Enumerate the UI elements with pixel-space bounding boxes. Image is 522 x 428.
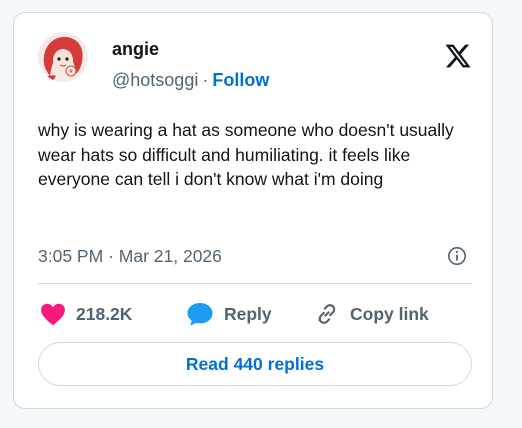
- x-logo-icon[interactable]: [444, 42, 472, 70]
- like-button[interactable]: 218.2K: [40, 299, 132, 329]
- read-replies-label: Read 440 replies: [185, 353, 325, 374]
- author-handle-row: @hotsoggi · Follow: [112, 69, 269, 91]
- copy-link-label: Copy link: [350, 303, 429, 324]
- heart-icon: [40, 302, 66, 326]
- reply-button[interactable]: Reply: [186, 299, 272, 329]
- info-icon[interactable]: [447, 246, 467, 266]
- avatar-illustration: [38, 32, 88, 82]
- tweet-date: Mar 21, 2026: [118, 246, 222, 266]
- tweet-embed-card: angie @hotsoggi · Follow why is wearing a …: [13, 12, 493, 409]
- handle-separator: ·: [202, 70, 209, 90]
- copy-link-button[interactable]: Copy link: [314, 299, 429, 329]
- tweet-text: why is wearing a hat as someone who does…: [38, 120, 454, 189]
- author-handle[interactable]: @hotsoggi: [112, 70, 198, 90]
- author-display-name[interactable]: angie: [112, 38, 159, 60]
- like-count: 218.2K: [76, 303, 133, 324]
- read-replies-button[interactable]: Read 440 replies: [38, 342, 472, 386]
- reply-label: Reply: [224, 303, 272, 324]
- tweet-time: 3:05 PM: [38, 246, 104, 266]
- tweet-timestamp[interactable]: 3:05 PM · Mar 21, 2026: [38, 245, 222, 267]
- timestamp-separator: ·: [108, 246, 114, 266]
- follow-link[interactable]: Follow: [212, 70, 269, 90]
- link-icon: [314, 301, 340, 327]
- divider: [38, 283, 472, 284]
- speech-bubble-icon: [186, 301, 214, 327]
- avatar[interactable]: [38, 32, 88, 82]
